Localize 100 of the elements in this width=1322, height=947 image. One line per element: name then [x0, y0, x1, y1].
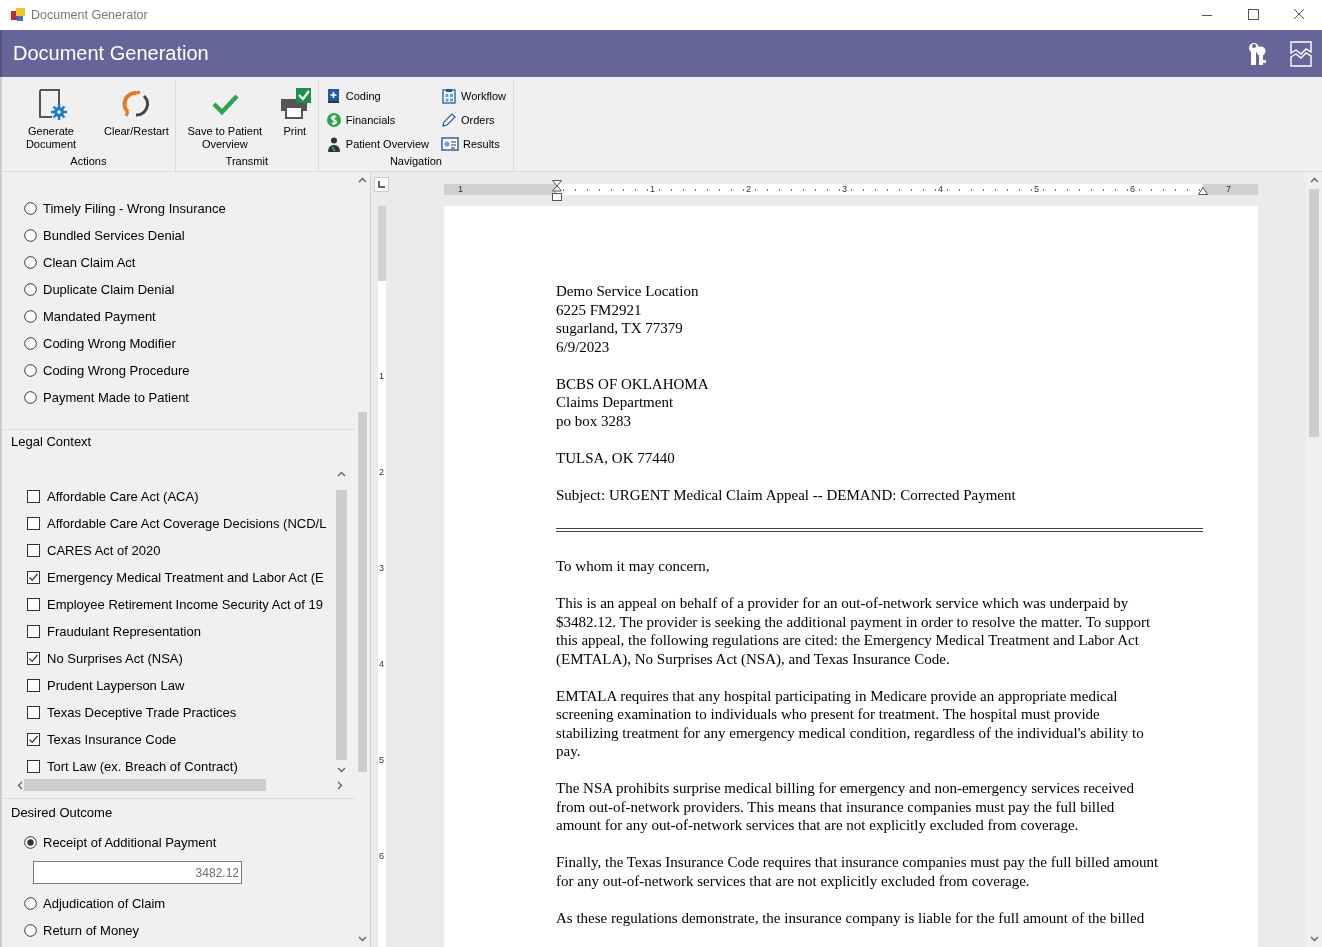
- checkbox[interactable]: [27, 598, 40, 611]
- nav-link[interactable]: Financials: [322, 109, 432, 131]
- ruler-number: 6: [1130, 184, 1135, 195]
- checkbox[interactable]: [27, 652, 40, 665]
- ribbon-button[interactable]: Clear/Restart: [102, 85, 171, 155]
- window-title: Document Generator: [31, 8, 148, 22]
- checkbox[interactable]: [27, 625, 40, 638]
- text-line: po box 3283: [556, 411, 632, 430]
- option-label: Duplicate Claim Denial: [43, 282, 175, 297]
- ruler-number: 2: [746, 184, 751, 195]
- text-line: EMTALA requires that any hospital participating in Medicare provide an appropriate medical: [556, 686, 1119, 705]
- text-line: for any out-of-network services that are not explicitly excluded from coverage.: [556, 871, 1031, 890]
- radio-button[interactable]: [24, 283, 37, 296]
- scrollbar-thumb[interactable]: [24, 779, 266, 791]
- option-label: Emergency Medical Treatment and Labor Act (E: [47, 570, 324, 585]
- vertical-ruler[interactable]: 1 2 3 4 5 6: [378, 206, 386, 947]
- checkbox[interactable]: [27, 706, 40, 719]
- ruler-number: 1: [650, 184, 655, 195]
- option-label: No Surprises Act (NSA): [47, 651, 183, 666]
- indent-marker-icon[interactable]: [552, 180, 562, 202]
- checkbox[interactable]: [27, 733, 40, 746]
- horizontal-ruler[interactable]: 1 1 2 3 4 5 6 7: [444, 180, 1258, 203]
- person-icon: [325, 136, 342, 152]
- checkbox[interactable]: [27, 517, 40, 530]
- radio-button[interactable]: [24, 256, 37, 269]
- app-icon: [11, 8, 25, 22]
- nav-link[interactable]: Results: [437, 133, 509, 155]
- broken-image-icon[interactable]: [1290, 40, 1312, 67]
- page-title: Document Generation: [13, 42, 209, 65]
- nav-link[interactable]: Orders: [437, 109, 509, 131]
- option-label: Texas Deceptive Trade Practices: [47, 705, 237, 720]
- radio-button[interactable]: [24, 836, 37, 849]
- option-label: Employee Retirement Income Security Act of 19: [47, 597, 323, 612]
- option-label: Affordable Care Act (ACA): [47, 489, 199, 504]
- id-card-icon: [440, 136, 459, 152]
- group-label: Transmit: [224, 155, 269, 169]
- text-line: Subject: URGENT Medical Claim Appeal -- DEMAND: Corrected Payment: [556, 485, 1017, 504]
- scroll-down-icon[interactable]: [337, 765, 346, 774]
- text-line: The NSA prohibits surprise medical billing for emergency and non-emergency services received: [556, 779, 1135, 798]
- ruler-number: 1: [379, 371, 384, 381]
- radio-button[interactable]: [24, 391, 37, 404]
- option-label: Adjudication of Claim: [43, 896, 166, 911]
- scrollbar-thumb[interactable]: [336, 490, 347, 760]
- checkbox[interactable]: [27, 679, 40, 692]
- book-icon: [325, 88, 342, 104]
- radio-button[interactable]: [24, 897, 37, 910]
- ruler-number: 1: [458, 184, 463, 195]
- pencil-icon: [440, 112, 457, 128]
- option-label: Receipt of Additional Payment: [43, 835, 217, 850]
- ruler-number: 5: [379, 755, 384, 765]
- indent-marker-icon[interactable]: [1198, 187, 1208, 195]
- text-line: Finally, the Texas Insurance Code requires that insurance companies must pay the full billed amount: [556, 853, 1160, 872]
- amount-field[interactable]: 3482.12: [33, 861, 242, 884]
- text-line: 6/9/2023: [556, 337, 611, 356]
- option-label: Coding Wrong Modifier: [43, 336, 176, 351]
- text-line: stabilizing treatment for any emergency medical condition, regardless of the individual's ability to: [556, 723, 1145, 742]
- nav-link[interactable]: Workflow: [437, 85, 509, 107]
- scroll-down-icon[interactable]: [358, 934, 367, 943]
- option-label: Mandated Payment: [43, 309, 156, 324]
- option-label: Bundled Services Denial: [43, 228, 185, 243]
- nav-link[interactable]: Coding: [322, 85, 432, 107]
- radio-button[interactable]: [24, 229, 37, 242]
- scroll-right-icon[interactable]: [335, 780, 344, 790]
- ribbon-button[interactable]: Print: [275, 85, 314, 155]
- checkbox[interactable]: [27, 760, 40, 773]
- text-line: from out-of-network providers. This means that insurance companies must pay the full billed: [556, 797, 1116, 816]
- scroll-left-icon[interactable]: [16, 780, 25, 790]
- radio-button[interactable]: [24, 924, 37, 937]
- text-line: sugarland, TX 77379: [556, 319, 684, 338]
- text-line: This is an appeal on behalf of a provider for an out-of-network service which was underpaid by: [556, 594, 1130, 613]
- ruler-number: 6: [379, 851, 384, 861]
- checkbox[interactable]: [27, 571, 40, 584]
- keys-icon[interactable]: [1246, 40, 1268, 67]
- checkbox[interactable]: [27, 490, 40, 503]
- option-label: Coding Wrong Procedure: [43, 363, 190, 378]
- scroll-up-icon[interactable]: [337, 470, 346, 479]
- text-line: (EMTALA), No Surprises Act (NSA), and Texas Insurance Code.: [556, 649, 951, 668]
- group-label: Navigation: [388, 155, 443, 169]
- tab-stop-button[interactable]: [374, 177, 389, 192]
- ribbon-button[interactable]: Save to Patient Overview: [179, 85, 270, 155]
- text-line: BCBS OF OKLAHOMA: [556, 374, 710, 393]
- option-label: Timely Filing - Wrong Insurance: [43, 201, 226, 216]
- option-label: Return of Money: [43, 923, 140, 938]
- option-label: Fraudulant Representation: [47, 624, 201, 639]
- scrollbar-thumb[interactable]: [358, 412, 367, 772]
- scroll-down-icon[interactable]: [1309, 934, 1319, 943]
- ruler-number: 4: [379, 659, 384, 669]
- scroll-up-icon[interactable]: [1309, 176, 1319, 185]
- radio-button[interactable]: [24, 337, 37, 350]
- radio-button[interactable]: [24, 364, 37, 377]
- radio-button[interactable]: [24, 202, 37, 215]
- option-label: Prudent Layperson Law: [47, 678, 185, 693]
- ruler-margin: [1203, 184, 1258, 195]
- ribbon-button[interactable]: Generate Document: [6, 85, 96, 155]
- nav-link[interactable]: Patient Overview: [322, 133, 432, 155]
- scrollbar[interactable]: [1306, 172, 1322, 947]
- checkbox[interactable]: [27, 544, 40, 557]
- scroll-up-icon[interactable]: [358, 176, 367, 185]
- scrollbar-thumb[interactable]: [1309, 189, 1319, 437]
- radio-button[interactable]: [24, 310, 37, 323]
